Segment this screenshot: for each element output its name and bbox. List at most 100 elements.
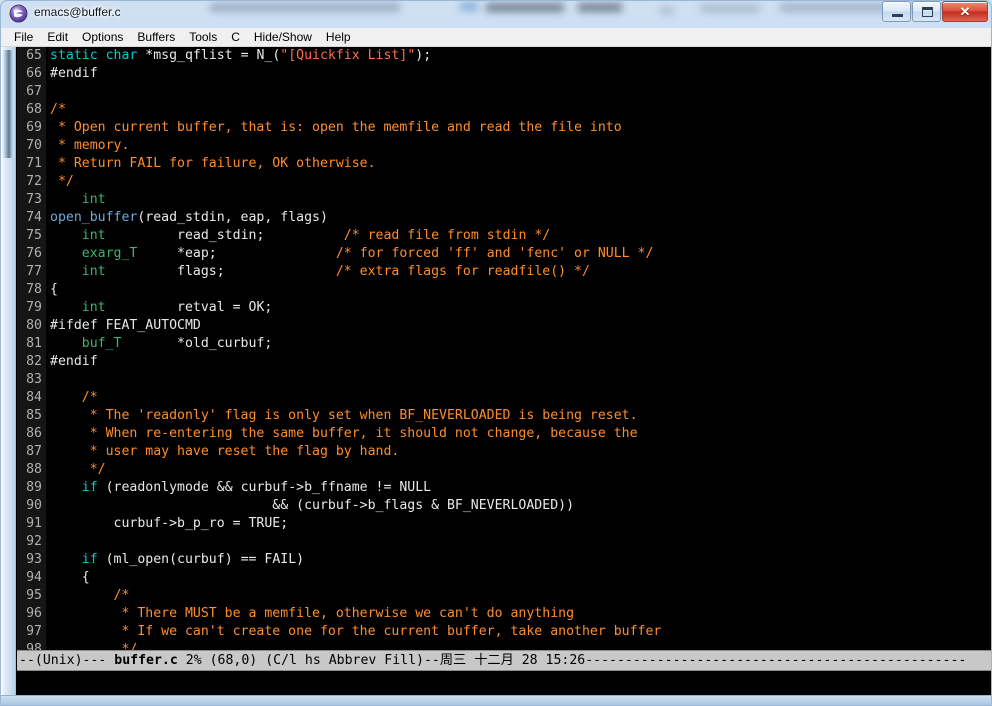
line-text: /*	[50, 389, 98, 407]
line-text: /*	[50, 587, 130, 605]
line-text: * There MUST be a memfile, otherwise we …	[50, 605, 574, 623]
code-line[interactable]: 65 static char *msg_qflist = N_("[Quickfi…	[17, 47, 991, 65]
menu-item-tools[interactable]: Tools	[182, 29, 224, 46]
line-number: 80	[26, 318, 42, 333]
code-token: static	[50, 48, 98, 63]
line-text: #endif	[50, 353, 98, 371]
mode-line-month: 十二月	[466, 653, 514, 668]
code-line[interactable]: 74 open_buffer(read_stdin, eap, flags)	[17, 209, 991, 227]
code-line[interactable]: 82 #endif	[17, 353, 991, 371]
code-line[interactable]: 67	[17, 83, 991, 101]
code-token: exarg_T	[81, 246, 138, 261]
code-token: * memory.	[50, 138, 130, 153]
code-line[interactable]: 93 if (ml_open(curbuf) == FAIL)	[17, 551, 991, 569]
code-line[interactable]: 80 #ifdef FEAT_AUTOCMD	[17, 317, 991, 335]
code-line[interactable]: 94 {	[17, 569, 991, 587]
line-text: * memory.	[50, 137, 129, 155]
line-number: 77	[26, 264, 42, 279]
echo-area[interactable]	[17, 671, 991, 695]
line-text: #ifdef FEAT_AUTOCMD	[50, 317, 201, 335]
code-line[interactable]: 85 * The 'readonly' flag is only set whe…	[17, 407, 991, 425]
code-line[interactable]: 96 * There MUST be a memfile, otherwise …	[17, 605, 991, 623]
line-number: 81	[26, 336, 42, 351]
menu-item-file[interactable]: File	[7, 29, 40, 46]
code-line[interactable]: 75 int read_stdin; /* read file from std…	[17, 227, 991, 245]
line-number: 83	[26, 372, 42, 387]
line-number: 97	[26, 624, 42, 639]
menu-item-c[interactable]: C	[224, 29, 247, 46]
title-bar[interactable]: emacs@buffer.c ✕	[0, 0, 992, 28]
code-token: buf_T	[81, 336, 122, 351]
line-number: 96	[26, 606, 42, 621]
code-line[interactable]: 79 int retval = OK;	[17, 299, 991, 317]
code-token: retval = OK;	[105, 300, 273, 315]
code-line[interactable]: 68 /*	[17, 101, 991, 119]
code-line[interactable]: 81 buf_T *old_curbuf;	[17, 335, 991, 353]
code-token: *eap;	[137, 246, 336, 261]
close-icon: ✕	[959, 4, 971, 19]
maximize-button[interactable]	[912, 1, 941, 22]
line-text: * Return FAIL for failure, OK otherwise.	[50, 155, 376, 173]
code-line[interactable]: 98 */	[17, 641, 991, 650]
close-button[interactable]: ✕	[942, 1, 988, 22]
code-token: && (curbuf->b_flags & BF_NEVERLOADED))	[50, 498, 575, 513]
code-token: * The 'readonly' flag is only set when B…	[50, 408, 638, 423]
code-line[interactable]: 70 * memory.	[17, 137, 991, 155]
code-editor-buffer[interactable]: 65 static char *msg_qflist = N_("[Quickfi…	[17, 47, 991, 650]
code-line[interactable]: 84 /*	[17, 389, 991, 407]
line-number: 91	[26, 516, 42, 531]
mode-line-modes: (C/l hs Abbrev Fill)	[265, 653, 424, 668]
scrollbar-thumb[interactable]	[2, 50, 14, 158]
menu-item-options[interactable]: Options	[75, 29, 130, 46]
code-line[interactable]: 86 * When re-entering the same buffer, i…	[17, 425, 991, 443]
vertical-scrollbar[interactable]	[1, 47, 16, 695]
code-token: curbuf->b_p_ro = TRUE;	[50, 516, 289, 531]
window-title: emacs@buffer.c	[34, 5, 121, 19]
code-line[interactable]: 71 * Return FAIL for failure, OK otherwi…	[17, 155, 991, 173]
code-line[interactable]: 90 && (curbuf->b_flags & BF_NEVERLOADED)…	[17, 497, 991, 515]
line-text: int flags; /* extra flags for readfile()…	[50, 263, 590, 281]
code-line[interactable]: 91 curbuf->b_p_ro = TRUE;	[17, 515, 991, 533]
code-line[interactable]: 73 int	[17, 191, 991, 209]
code-line[interactable]: 97 * If we can't create one for the curr…	[17, 623, 991, 641]
line-number: 68	[26, 102, 42, 117]
line-text: if (ml_open(curbuf) == FAIL)	[50, 551, 304, 569]
minimize-button[interactable]	[882, 1, 911, 22]
code-line[interactable]: 66 #endif	[17, 65, 991, 83]
line-number: 75	[26, 228, 42, 243]
code-line[interactable]: 77 int flags; /* extra flags for readfil…	[17, 263, 991, 281]
menu-item-help[interactable]: Help	[319, 29, 358, 46]
line-number: 72	[26, 174, 42, 189]
code-line[interactable]: 69 * Open current buffer, that is: open …	[17, 119, 991, 137]
line-number: 73	[26, 192, 42, 207]
line-text: {	[50, 281, 58, 299]
code-line[interactable]: 76 exarg_T *eap; /* for forced 'ff' and …	[17, 245, 991, 263]
code-line[interactable]: 72 */	[17, 173, 991, 191]
code-line[interactable]: 92	[17, 533, 991, 551]
code-token: char	[105, 48, 138, 63]
code-token: *msg_qflist = N_(	[137, 48, 281, 63]
code-line[interactable]: 95 /*	[17, 587, 991, 605]
code-line[interactable]: 83	[17, 371, 991, 389]
code-token: open_buffer	[50, 210, 138, 225]
code-token: * Return FAIL for failure, OK otherwise.	[50, 156, 376, 171]
menu-item-hide-show[interactable]: Hide/Show	[247, 29, 319, 46]
menu-item-edit[interactable]: Edit	[40, 29, 75, 46]
line-number: 93	[26, 552, 42, 567]
code-token: (read_stdin, eap, flags)	[137, 210, 328, 225]
code-line[interactable]: 87 * user may have reset the flag by han…	[17, 443, 991, 461]
line-number: 74	[26, 210, 42, 225]
code-token: *old_curbuf;	[121, 336, 273, 351]
mode-line-prefix: --(Unix)---	[19, 653, 115, 668]
code-line[interactable]: 88 */	[17, 461, 991, 479]
line-text: * When re-entering the same buffer, it s…	[50, 425, 638, 443]
line-number: 95	[26, 588, 42, 603]
menu-item-buffers[interactable]: Buffers	[130, 29, 182, 46]
line-number: 76	[26, 246, 42, 261]
code-line[interactable]: 89 if (readonlymode && curbuf->b_ffname …	[17, 479, 991, 497]
line-number: 84	[26, 390, 42, 405]
code-line[interactable]: 78 {	[17, 281, 991, 299]
